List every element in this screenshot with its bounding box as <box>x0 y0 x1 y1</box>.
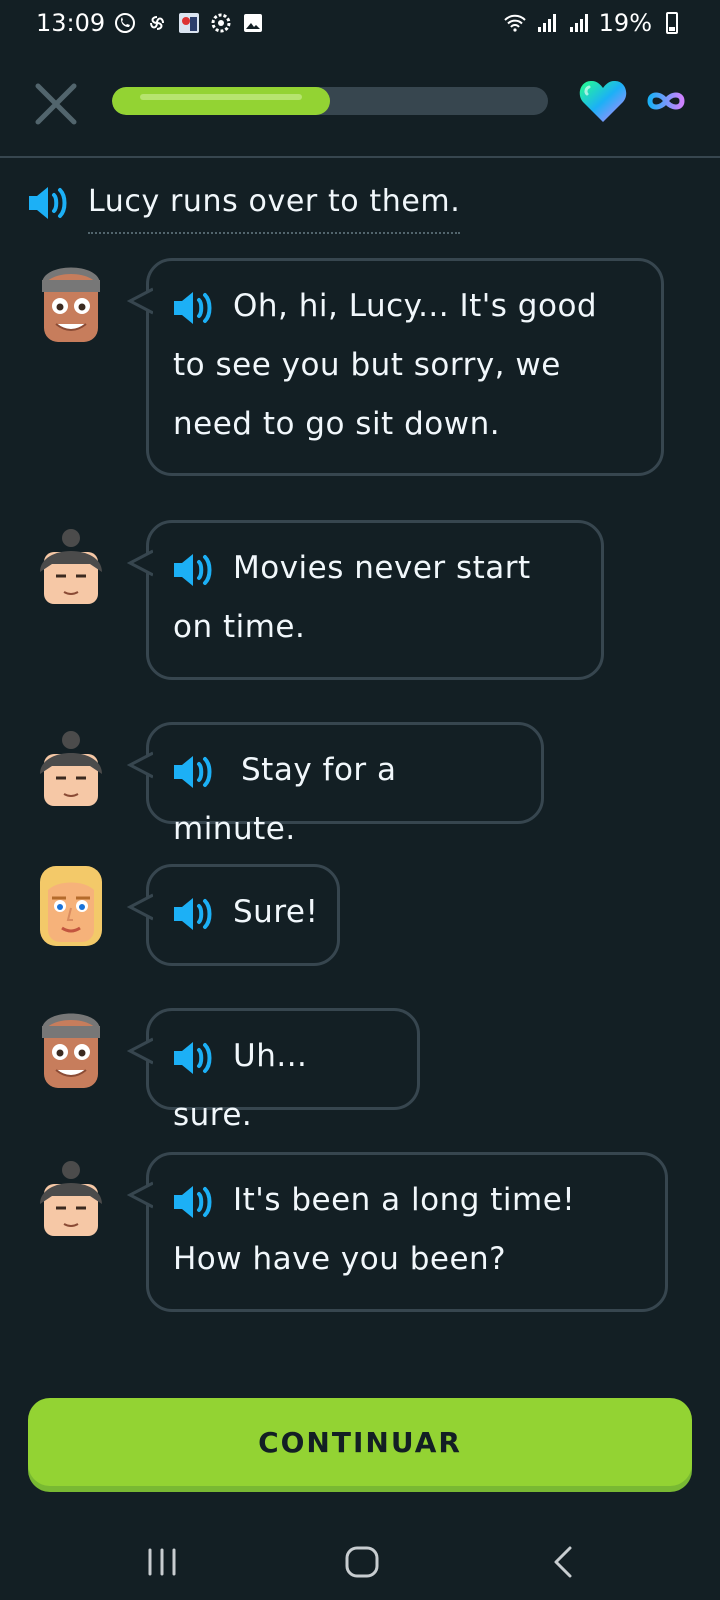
speaker-icon[interactable] <box>171 895 215 933</box>
header-divider <box>0 156 720 158</box>
dialogue-text[interactable]: Oh, hi, Lucy... It's good to see you but… <box>173 277 635 454</box>
recent-apps-button[interactable] <box>142 1542 182 1582</box>
recent-apps-icon <box>148 1548 176 1576</box>
whatsapp-icon <box>113 11 137 35</box>
avatar-lucy-blonde <box>38 864 104 950</box>
dialogue-text[interactable]: Stay for a minute. <box>173 741 515 859</box>
lesson-header <box>0 60 720 156</box>
dialogue-text[interactable]: It's been a long time! How have you been… <box>173 1171 639 1289</box>
status-left: 13:09 <box>36 9 265 37</box>
settings-icon <box>209 11 233 35</box>
back-button[interactable] <box>544 1542 584 1582</box>
speaker-icon[interactable] <box>171 1039 215 1077</box>
narration-text[interactable]: Lucy runs over to them. <box>88 172 461 234</box>
avatar-woman-bun <box>38 526 104 612</box>
avatar-man-gray-hair <box>38 1008 104 1094</box>
avatar-woman-bun <box>38 728 104 814</box>
narration-line: Lucy runs over to them. <box>26 172 461 234</box>
system-nav-bar <box>0 1520 720 1600</box>
speech-bubble: Oh, hi, Lucy... It's good to see you but… <box>127 258 664 476</box>
close-button[interactable] <box>30 78 82 130</box>
signal-icon <box>535 11 559 35</box>
speech-bubble: Uh... sure. <box>127 1008 420 1133</box>
avatar-man-gray-hair <box>38 262 104 348</box>
continue-button[interactable]: CONTINUAR <box>28 1398 692 1486</box>
speaker-icon[interactable] <box>171 753 215 791</box>
speech-bubble: Sure! <box>127 864 340 966</box>
lesson-progress-bar <box>112 87 548 115</box>
progress-fill <box>112 87 330 115</box>
home-icon <box>345 1546 379 1578</box>
speaker-icon[interactable] <box>171 1183 215 1221</box>
speaker-icon[interactable] <box>171 289 215 327</box>
home-button[interactable] <box>342 1542 382 1582</box>
gallery-icon <box>241 11 265 35</box>
speech-bubble: Stay for a minute. <box>127 722 544 847</box>
avatar-woman-bun <box>38 1158 104 1244</box>
app-notification-icon <box>177 11 201 35</box>
clock: 13:09 <box>36 9 106 37</box>
wifi-icon <box>503 11 527 35</box>
speech-bubble: It's been a long time! How have you been… <box>127 1152 668 1312</box>
status-bar: 13:09 19% <box>0 0 720 46</box>
pinwheel-icon <box>145 11 169 35</box>
status-right: 19% <box>503 9 684 37</box>
heart-icon[interactable] <box>578 78 628 124</box>
battery-percent: 19% <box>598 9 652 37</box>
speaker-icon[interactable] <box>26 183 70 223</box>
infinity-icon <box>644 84 688 118</box>
close-icon <box>35 83 77 125</box>
signal-icon-2 <box>567 11 591 35</box>
back-icon <box>554 1546 572 1578</box>
progress-shine <box>140 94 302 100</box>
dialogue-text[interactable]: Movies never start on time. <box>173 539 575 657</box>
speech-bubble: Movies never start on time. <box>127 520 604 680</box>
speaker-icon[interactable] <box>171 551 215 589</box>
battery-icon <box>660 11 684 35</box>
